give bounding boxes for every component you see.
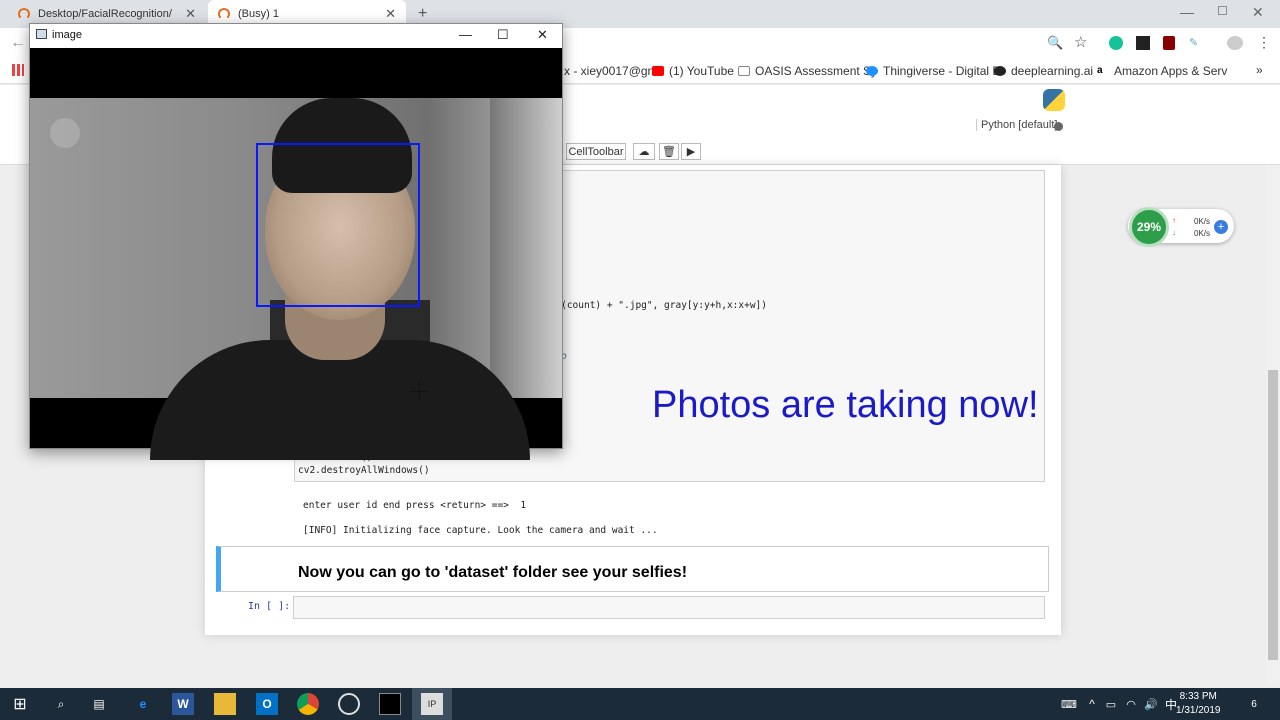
apps-icon[interactable]	[12, 64, 24, 76]
upload-icon[interactable]: ☁	[633, 143, 655, 160]
new-tab-button[interactable]: +	[418, 5, 427, 23]
face-detection-box	[256, 143, 420, 307]
close-icon[interactable]: ✕	[1252, 4, 1264, 21]
back-icon[interactable]: ←	[10, 34, 26, 52]
close-tab-icon[interactable]: ✕	[385, 6, 396, 22]
deeplearning-icon	[994, 66, 1006, 76]
loading-icon	[218, 8, 230, 20]
bookmark-thingiverse[interactable]: Thingiverse - Digital D	[866, 64, 1001, 78]
upload-arrow-icon: ↑	[1172, 216, 1176, 225]
overlay-caption: Photos are taking now!	[652, 384, 1039, 426]
youtube-icon	[652, 66, 664, 76]
delete-icon[interactable]: 🗑	[659, 143, 679, 160]
markdown-text: Now you can go to 'dataset' folder see y…	[298, 564, 688, 581]
minimize-icon[interactable]: —	[1180, 4, 1194, 20]
cell-output-line: enter user id end press <return> ==> 1	[303, 500, 527, 511]
word-icon[interactable]: W	[172, 693, 194, 715]
bookmark-item[interactable]: x - xiey0017@gn	[564, 64, 654, 78]
ublock-icon[interactable]	[1163, 36, 1175, 50]
celltoolbar-button[interactable]: CellToolbar	[566, 143, 626, 160]
bookmark-oasis[interactable]: OASIS Assessment Sy	[738, 64, 877, 78]
extension-icon[interactable]	[1136, 36, 1150, 50]
jupyter-icon	[18, 8, 30, 20]
profile-icon[interactable]	[1227, 36, 1243, 50]
search-icon[interactable]: ⌕	[50, 693, 72, 715]
anaconda-icon[interactable]	[338, 693, 360, 715]
maximize-icon[interactable]: ☐	[1217, 4, 1228, 18]
edge-icon[interactable]: e	[132, 693, 154, 715]
cursor-crosshair	[419, 382, 420, 400]
battery-icon[interactable]: ▭	[1100, 693, 1122, 715]
menu-icon[interactable]: ⋮	[1257, 34, 1271, 51]
empty-code-cell[interactable]	[293, 596, 1045, 619]
wifi-icon[interactable]: ◠	[1120, 693, 1142, 715]
tab-label: (Busy) 1	[238, 8, 279, 20]
cpu-percent: 29%	[1129, 207, 1169, 247]
download-speed: 0K/s	[1194, 229, 1211, 238]
python-logo-icon	[1043, 89, 1065, 111]
scrollbar-thumb[interactable]	[1268, 370, 1278, 660]
bookmark-deeplearning[interactable]: deeplearning.ai	[994, 64, 1093, 78]
keyboard-icon[interactable]: ⌨	[1058, 693, 1080, 715]
background-wall	[490, 98, 562, 398]
kernel-indicator: Python [default]	[976, 119, 1057, 131]
upload-speed: 0K/s	[1194, 217, 1211, 226]
zoom-icon[interactable]: 🔍	[1047, 35, 1063, 51]
file-explorer-icon[interactable]	[214, 693, 236, 715]
bookmark-youtube[interactable]: (1) YouTube	[652, 64, 734, 78]
grammarly-icon[interactable]	[1109, 36, 1123, 50]
video-icon[interactable]: ▶	[681, 143, 701, 160]
window-maximize-icon[interactable]: ☐	[497, 27, 509, 43]
input-prompt: In [ ]:	[248, 601, 291, 612]
close-tab-icon[interactable]: ✕	[185, 6, 196, 22]
bookmark-amazon[interactable]: a Amazon Apps & Serv	[1097, 64, 1227, 78]
window-close-icon[interactable]: ✕	[537, 27, 548, 43]
document-icon	[738, 66, 750, 76]
window-app-icon	[36, 29, 47, 39]
more-bookmarks-icon[interactable]: »	[1256, 63, 1263, 77]
task-view-icon[interactable]: ▤	[88, 693, 110, 715]
chrome-icon[interactable]	[297, 693, 319, 715]
terminal-icon[interactable]	[379, 693, 401, 715]
clock[interactable]: 8:33 PM 1/31/2019	[1176, 690, 1221, 718]
image-window-title: image	[52, 29, 82, 41]
download-arrow-icon: ↓	[1172, 228, 1176, 237]
window-minimize-icon[interactable]: —	[459, 27, 472, 42]
amazon-icon: a	[1097, 66, 1109, 76]
cell-output-line: [INFO] Initializing face capture. Look t…	[303, 525, 658, 536]
volume-icon[interactable]: 🔊	[1140, 693, 1162, 715]
code-line: cv2.destroyAllWindows()	[298, 465, 430, 476]
kernel-busy-icon	[1054, 122, 1063, 131]
ceiling-light	[50, 118, 80, 148]
jupyter-image-icon[interactable]: IP	[421, 693, 443, 715]
plus-icon[interactable]: +	[1214, 220, 1228, 234]
outlook-icon[interactable]: O	[256, 693, 278, 715]
tab-label: Desktop/FacialRecognition/	[38, 8, 172, 20]
notification-icon[interactable]: 6	[1243, 693, 1265, 715]
extension-icon[interactable]: ✎	[1189, 36, 1201, 50]
star-icon[interactable]: ☆	[1074, 33, 1087, 51]
thingiverse-icon	[866, 66, 878, 76]
windows-start-icon[interactable]: ⊞	[9, 693, 31, 715]
